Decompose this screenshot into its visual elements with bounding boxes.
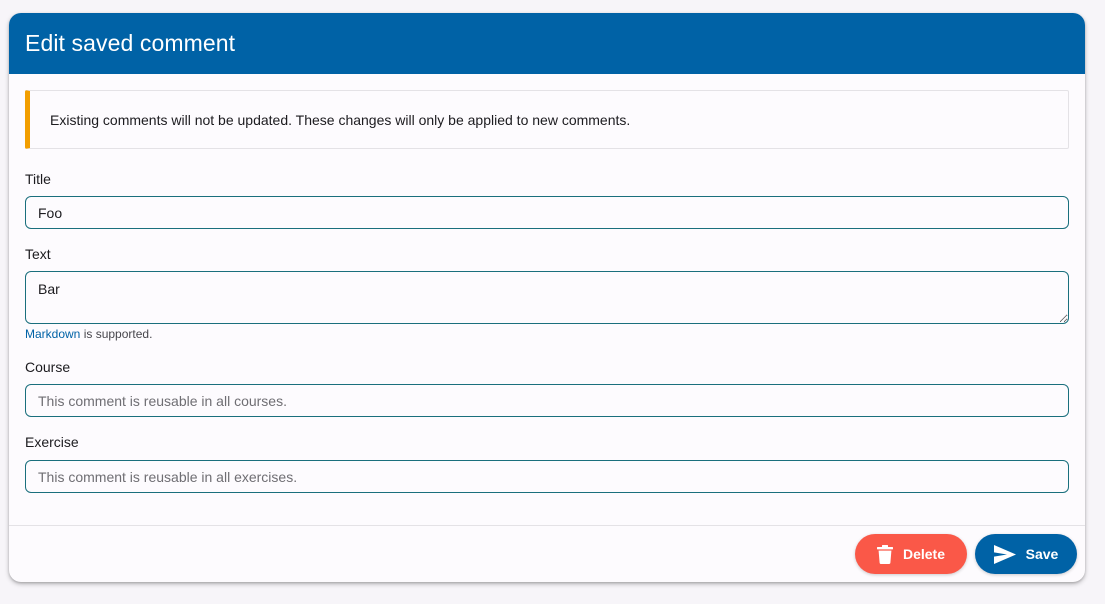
save-button[interactable]: Save [975,534,1077,574]
trash-icon [876,544,893,564]
markdown-hint-text: is supported. [80,327,153,341]
title-input[interactable] [25,196,1069,229]
markdown-link[interactable]: Markdown [25,327,80,341]
delete-button-label: Delete [902,546,946,562]
actions-divider [9,525,1085,526]
dialog-header: Edit saved comment [9,13,1085,74]
text-label: Text [25,246,51,262]
exercise-input[interactable] [25,460,1069,493]
send-icon [993,544,1016,564]
dialog-title: Edit saved comment [25,30,236,56]
text-textarea[interactable]: Bar [25,271,1069,324]
course-input[interactable] [25,384,1069,417]
markdown-hint: Markdown is supported. [25,327,152,341]
edit-comment-dialog: Edit saved comment Existing comments wil… [9,13,1085,582]
title-label: Title [25,171,51,187]
alert-message: Existing comments will not be updated. T… [50,111,631,128]
delete-button[interactable]: Delete [855,534,967,574]
course-label: Course [25,359,71,375]
exercise-label: Exercise [25,434,79,450]
save-button-label: Save [1025,546,1059,562]
warning-alert: Existing comments will not be updated. T… [25,90,1069,149]
